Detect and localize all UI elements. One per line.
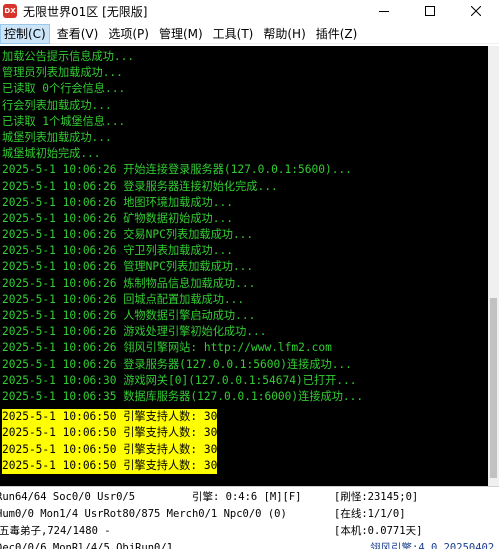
status-engine-version: 翎风引擎:4.0.20250402 [370,542,495,549]
log-line: 2025-5-1 10:06:26 人物数据引擎启动成功... [2,309,256,322]
log-line: 2025-5-1 10:06:26 矿物数据初始成功... [2,211,233,225]
log-line: 2025-5-1 10:06:26 回城点配置加载成功... [2,292,245,306]
log-line: 已读取 1个城堡信息... [2,114,126,128]
log-line: 行会列表加载成功... [2,98,112,112]
log-line: 2025-5-1 10:06:26 登录服务器(127.0.0.1:5600)连… [2,357,352,371]
log-line: 2025-5-1 10:06:35 数据库服务器(127.0.0.1:6000)… [2,389,364,403]
log-line: 2025-5-1 10:06:26 游戏处理引擎初始化成功... [2,325,267,339]
menu-bar: 控制(C) 查看(V) 选项(P) 管理(M) 工具(T) 帮助(H) 插件(Z… [0,23,499,44]
vertical-scrollbar[interactable] [488,46,499,486]
log-line-highlighted: 2025-5-1 10:06:50 引擎支持人数: 30 [2,454,490,474]
menu-plugins[interactable]: 插件(Z) [313,24,361,44]
log-line-highlighted: 2025-5-1 10:06:50 引擎支持人数: 30 [2,421,490,442]
log-line: 2025-5-1 10:06:26 翎风引擎网站: http://www.lfm… [2,341,332,355]
log-line-highlight-text: 2025-5-1 10:06:50 引擎支持人数: 30 [2,457,218,474]
menu-control[interactable]: 控制(C) [0,23,50,44]
status-run-counts: Run64/64 Soc0/0 Usr0/5 [0,491,136,503]
log-line: 2025-5-1 10:06:26 地图环境加载成功... [2,195,233,209]
status-player-info: 五毒弟子,724/1480 - [0,525,111,537]
minimize-icon [379,11,389,12]
log-line: 2025-5-1 10:06:26 炼制物品信息加载成功... [2,276,256,290]
close-button[interactable] [453,0,499,22]
log-line: 管理员列表加载成功... [2,66,123,80]
log-line: 2025-5-1 10:06:30 游戏网关[0](127.0.0.1:5467… [2,373,357,387]
title-bar: DX 无限世界01区 [无限版] [0,0,499,22]
log-line: 城堡城初始完成... [2,147,101,161]
window-title: 无限世界01区 [无限版] [23,4,148,19]
status-human-counts: Hum0/0 Mon1/4 UsrRot80/875 Merch0/1 Npc0… [0,508,287,520]
menu-tools[interactable]: 工具(T) [210,24,257,44]
app-icon: DX [3,4,17,18]
scrollbar-thumb[interactable] [490,298,497,478]
status-panel: Run64/64 Soc0/0 Usr0/5 引擎: 0:4:6 [M][F] … [0,486,499,549]
status-online: [在线:1/1/0] [334,508,406,520]
log-line: 2025-5-1 10:06:26 交易NPC列表加载成功... [2,228,254,242]
console-log[interactable]: 加载公告提示信息成功... 管理员列表加载成功... 已读取 0个行会信息... 行会… [0,46,499,486]
log-line: 2025-5-1 10:06:26 开始连接登录服务器(127.0.0.1:56… [2,163,352,177]
status-dec-counts: Dec0/0/6 MonRl/4/5 ObjRun0/1 [0,542,174,549]
log-line: 2025-5-1 10:06:26 管理NPC列表加载成功... [2,260,254,274]
menu-options[interactable]: 选项(P) [105,24,152,44]
log-line: 2025-5-1 10:06:26 守卫列表加载成功... [2,244,233,258]
maximize-icon [425,6,435,16]
status-machine: [本机:0.0771天] [334,525,423,537]
minimize-button[interactable] [361,0,407,22]
window-controls [361,0,499,22]
log-line: 加载公告提示信息成功... [2,50,135,63]
status-engine-time: 引擎: 0:4:6 [M][F] [192,491,302,503]
log-line-highlighted: 2025-5-1 10:06:50 引擎支持人数: 30 [2,405,490,426]
log-line: 已读取 0个行会信息... [2,82,126,96]
menu-help[interactable]: 帮助(H) [260,24,308,44]
log-line-highlighted: 2025-5-1 10:06:50 引擎支持人数: 30 [2,438,490,458]
status-monster-refresh: [刷怪:23145;0] [334,491,419,503]
maximize-button[interactable] [407,0,453,22]
log-line: 2025-5-1 10:06:26 登录服务器连接初始化完成... [2,179,278,193]
log-line: 城堡列表加载成功... [2,130,112,144]
close-icon [471,6,481,16]
log-lines: 加载公告提示信息成功... 管理员列表加载成功... 已读取 0个行会信息... 行会… [2,49,490,474]
menu-view[interactable]: 查看(V) [54,24,102,44]
menu-manage[interactable]: 管理(M) [156,24,206,44]
